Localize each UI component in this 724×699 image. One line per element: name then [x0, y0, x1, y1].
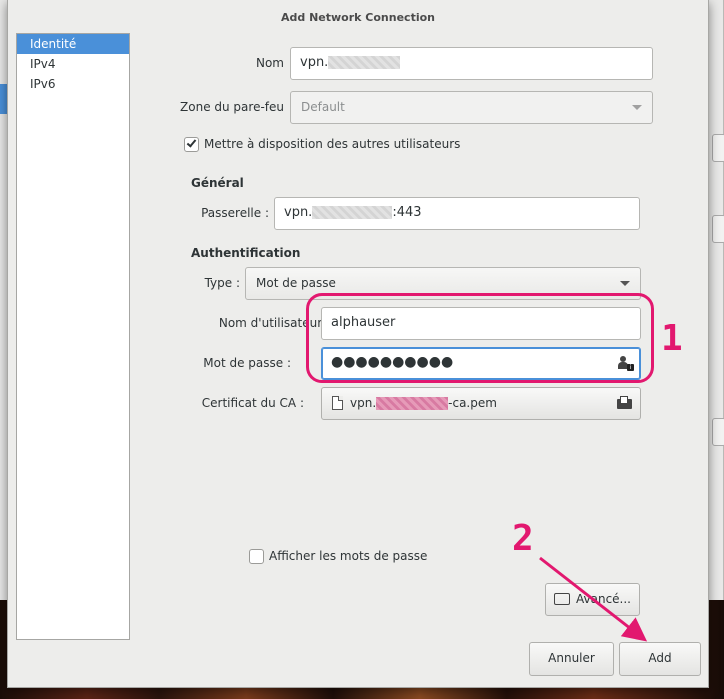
arrow-to-add-button: [539, 556, 648, 642]
annotation-arrow: [539, 556, 648, 642]
